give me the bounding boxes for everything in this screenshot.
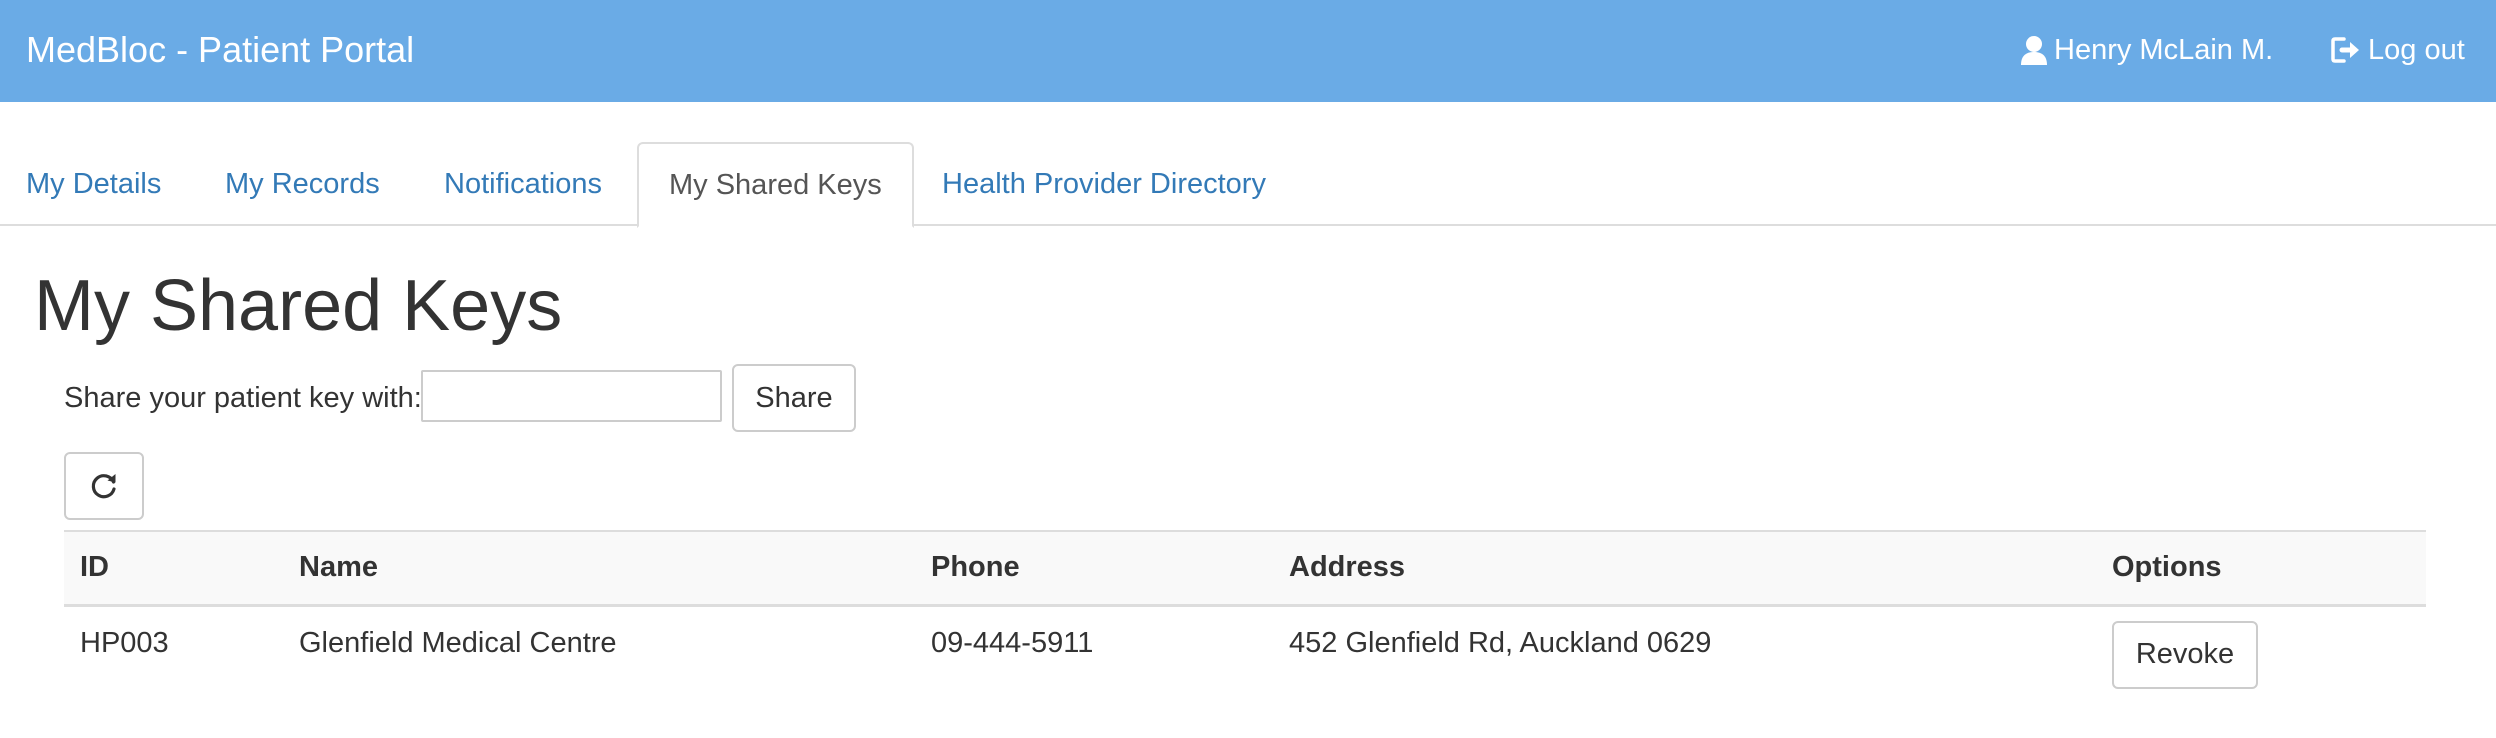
user-icon: [2020, 35, 2048, 65]
cell-name: Glenfield Medical Centre: [299, 626, 617, 659]
logout-label: Log out: [2368, 34, 2465, 66]
share-key-label: Share your patient key with:: [64, 382, 422, 414]
tab-health-provider-directory[interactable]: Health Provider Directory: [942, 142, 1266, 226]
column-header-phone: Phone: [915, 530, 1273, 607]
user-menu-link[interactable]: Henry McLain M.: [2020, 30, 2273, 70]
cell-id: HP003: [80, 626, 169, 659]
table-row: HP003 Glenfield Medical Centre 09-444-59…: [64, 605, 2426, 701]
shared-keys-table-wrap: ID Name Phone Address Options HP003 Glen…: [64, 530, 2426, 701]
logout-icon: [2330, 36, 2362, 64]
revoke-button[interactable]: Revoke: [2112, 620, 2258, 689]
logout-link[interactable]: Log out: [2330, 30, 2465, 70]
column-header-options: Options: [2096, 530, 2426, 607]
page-title: My Shared Keys: [34, 266, 563, 346]
refresh-icon: [89, 471, 119, 501]
shared-keys-table: ID Name Phone Address Options HP003 Glen…: [64, 530, 2426, 701]
user-name: Henry McLain M.: [2054, 34, 2274, 66]
column-header-name: Name: [283, 530, 915, 607]
refresh-button[interactable]: [64, 452, 144, 520]
column-header-id: ID: [64, 530, 283, 607]
tab-bar: My Details My Records Notifications My S…: [0, 142, 2496, 228]
cell-options: Revoke: [2096, 605, 2426, 701]
cell-address: 452 Glenfield Rd, Auckland 0629: [1289, 626, 1712, 659]
tab-my-records[interactable]: My Records: [225, 142, 380, 226]
top-navbar: MedBloc - Patient Portal Henry McLain M.…: [0, 0, 2496, 102]
cell-phone: 09-444-5911: [931, 626, 1094, 659]
app-brand[interactable]: MedBloc - Patient Portal: [26, 28, 414, 72]
tab-notifications[interactable]: Notifications: [444, 142, 602, 226]
tab-my-shared-keys[interactable]: My Shared Keys: [637, 142, 914, 228]
table-header-row: ID Name Phone Address Options: [64, 530, 2426, 607]
share-key-input[interactable]: [421, 370, 722, 422]
share-button[interactable]: Share: [732, 364, 856, 432]
column-header-address: Address: [1273, 530, 2096, 607]
tab-my-details[interactable]: My Details: [26, 142, 161, 226]
